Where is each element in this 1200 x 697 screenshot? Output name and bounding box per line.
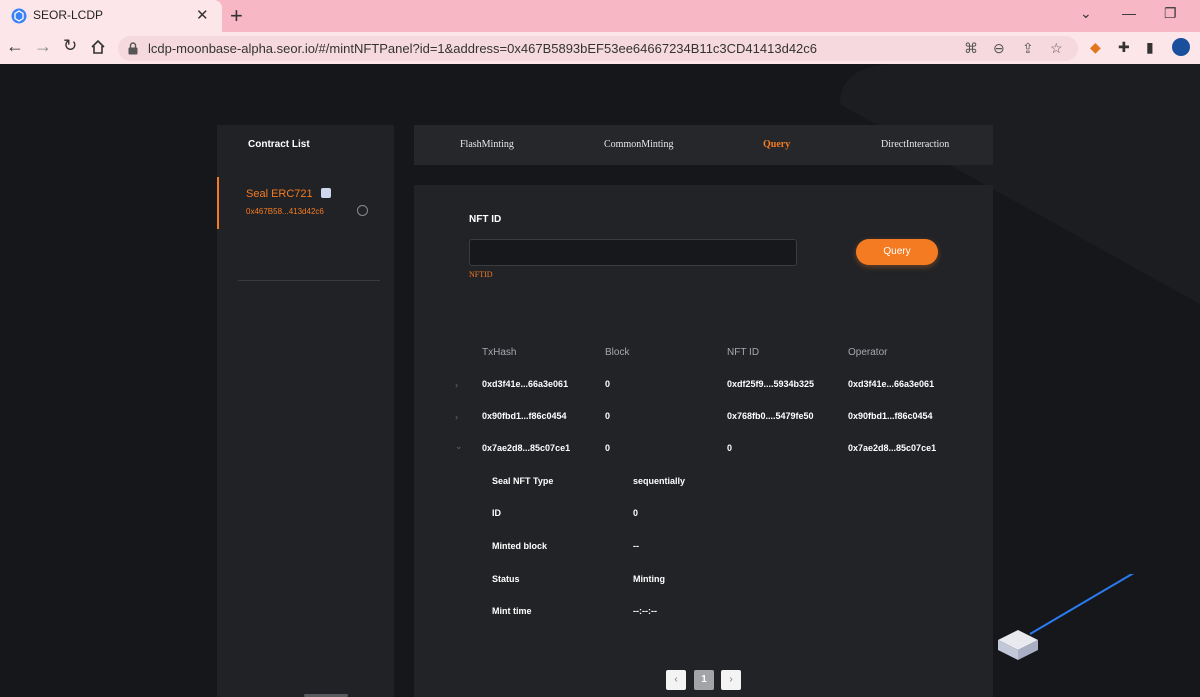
- tab-close-icon[interactable]: ✕: [196, 6, 209, 24]
- cell-nft-id: 0: [727, 443, 733, 453]
- expand-chevron-icon[interactable]: ›: [455, 380, 458, 390]
- nft-id-input[interactable]: [469, 239, 797, 266]
- tab-search-chevron-icon[interactable]: ⌄: [1080, 5, 1092, 22]
- tab-query[interactable]: Query: [763, 139, 790, 150]
- detail-value-id: 0: [633, 508, 639, 518]
- cell-block: 0: [605, 443, 611, 453]
- cell-nft-id: 0x768fb0....5479fe50: [727, 411, 814, 421]
- zoom-icon[interactable]: ⊖: [993, 40, 1005, 57]
- header-txhash: TxHash: [482, 347, 517, 358]
- home-icon[interactable]: [90, 39, 106, 55]
- nft-id-hint: NFTID: [469, 270, 493, 279]
- tab-commonminting[interactable]: CommonMinting: [604, 139, 673, 150]
- browser-toolbar: ← → ↻ lcdp-moonbase-alpha.seor.io/#/mint…: [0, 32, 1200, 64]
- detail-label-id: ID: [492, 508, 501, 518]
- back-arrow-icon[interactable]: ←: [6, 36, 24, 57]
- browser-tab-bar: SEOR-LCDP ✕ + ⌄ — ❐: [0, 0, 1200, 32]
- query-button[interactable]: Query: [856, 239, 938, 265]
- cell-operator: 0x90fbd1...f86c0454: [848, 411, 933, 421]
- seor-logo-icon: [11, 8, 27, 24]
- nft-id-label: NFT ID: [469, 214, 502, 225]
- header-operator: Operator: [848, 347, 888, 358]
- cell-operator: 0x7ae2d8...85c07ce1: [848, 443, 937, 453]
- copy-icon[interactable]: [321, 188, 331, 198]
- detail-label-mint-time: Mint time: [492, 606, 532, 616]
- translate-icon[interactable]: ⌘: [964, 40, 978, 57]
- lock-icon[interactable]: [127, 42, 139, 55]
- forward-arrow-icon[interactable]: →: [34, 36, 52, 57]
- extensions-puzzle-icon[interactable]: ✚: [1118, 39, 1130, 56]
- cell-block: 0: [605, 379, 611, 389]
- share-icon[interactable]: ⇪: [1022, 40, 1034, 57]
- background-isometric-block-icon: [998, 574, 1134, 660]
- metamask-fox-icon[interactable]: ◆: [1090, 39, 1101, 56]
- refresh-icon[interactable]: [357, 205, 368, 216]
- sidebar-title: Contract List: [248, 139, 310, 150]
- tab-flashminting[interactable]: FlashMinting: [460, 139, 514, 150]
- expand-chevron-icon[interactable]: ›: [455, 412, 458, 422]
- tab-directinteraction[interactable]: DirectInteraction: [881, 139, 949, 150]
- bookmark-star-icon[interactable]: ☆: [1050, 40, 1063, 57]
- reload-icon[interactable]: ↻: [63, 36, 77, 56]
- cell-txhash: 0x90fbd1...f86c0454: [482, 411, 567, 421]
- cell-nft-id: 0xdf25f9....5934b325: [727, 379, 815, 389]
- url-text[interactable]: lcdp-moonbase-alpha.seor.io/#/mintNFTPan…: [148, 41, 817, 56]
- contract-item[interactable]: Seal ERC721 0x467B58...413d42c6: [217, 177, 394, 281]
- app-page: Contract List Seal ERC721 0x467B58...413…: [0, 64, 1200, 697]
- profile-avatar[interactable]: [1172, 38, 1190, 56]
- tab-title: SEOR-LCDP: [33, 8, 104, 22]
- header-nft-id: NFT ID: [727, 347, 760, 358]
- header-block: Block: [605, 347, 630, 358]
- detail-value-mint-time: --:--:--: [633, 606, 657, 616]
- detail-label-status: Status: [492, 574, 520, 584]
- cell-operator: 0xd3f41e...66a3e061: [848, 379, 935, 389]
- detail-value-status: Minting: [633, 574, 665, 584]
- item-divider: [238, 280, 380, 281]
- restore-icon[interactable]: ❐: [1164, 5, 1177, 22]
- contract-address: 0x467B58...413d42c6: [246, 207, 324, 216]
- browser-tab[interactable]: SEOR-LCDP ✕: [0, 0, 222, 32]
- detail-label-seal-nft-type: Seal NFT Type: [492, 476, 554, 486]
- cell-txhash: 0x7ae2d8...85c07ce1: [482, 443, 571, 453]
- cell-block: 0: [605, 411, 611, 421]
- contract-name[interactable]: Seal ERC721: [246, 188, 313, 200]
- pagination-page-1[interactable]: 1: [694, 670, 714, 690]
- cell-txhash: 0xd3f41e...66a3e061: [482, 379, 569, 389]
- pagination-prev-button[interactable]: ‹: [666, 670, 686, 690]
- collapse-chevron-icon[interactable]: ⌄: [455, 441, 463, 452]
- address-bar[interactable]: lcdp-moonbase-alpha.seor.io/#/mintNFTPan…: [118, 36, 1078, 61]
- detail-value-minted-block: --: [633, 541, 639, 551]
- minting-tabs: FlashMinting CommonMinting Query DirectI…: [414, 125, 993, 165]
- contract-list-sidebar: Contract List Seal ERC721 0x467B58...413…: [217, 125, 394, 697]
- pagination-next-button[interactable]: ›: [721, 670, 741, 690]
- detail-label-minted-block: Minted block: [492, 541, 548, 551]
- side-panel-icon[interactable]: ▮: [1146, 39, 1154, 56]
- query-panel: NFT ID NFTID Query TxHash Block NFT ID O…: [414, 185, 993, 697]
- detail-value-seal-nft-type: sequentially: [633, 476, 686, 486]
- new-tab-icon[interactable]: +: [230, 3, 243, 29]
- minimize-icon[interactable]: —: [1122, 5, 1136, 21]
